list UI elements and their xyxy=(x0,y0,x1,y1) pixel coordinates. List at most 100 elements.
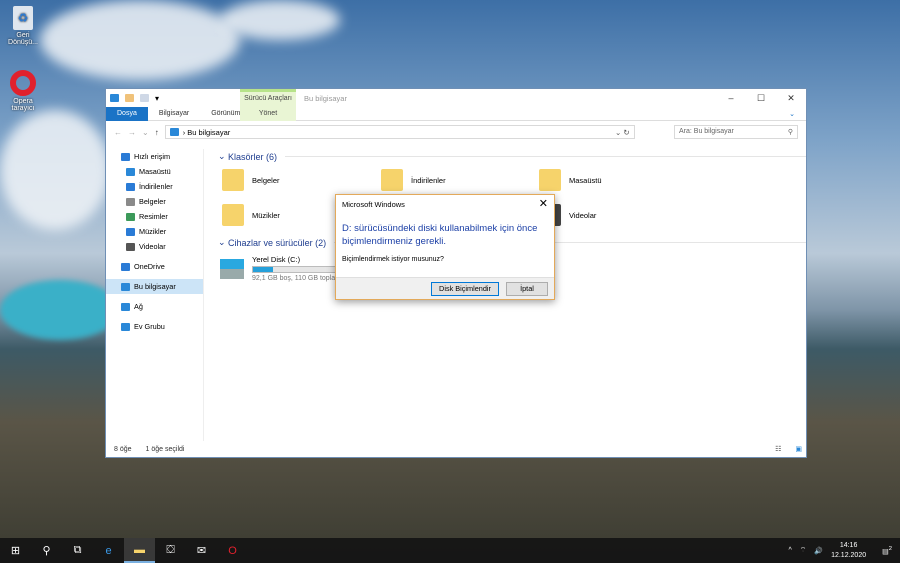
search-placeholder: Ara: Bu bilgisayar xyxy=(679,128,734,135)
folder-label: Müzikler xyxy=(252,210,280,220)
mail-icon[interactable]: ✉ xyxy=(186,538,217,563)
opera-icon[interactable]: O xyxy=(217,538,248,563)
download-icon xyxy=(126,182,135,191)
dialog-message: D: sürücüsündeki diski kullanabilmek içi… xyxy=(342,223,538,247)
videos-icon xyxy=(126,242,135,251)
recycle-bin-icon[interactable]: ♻ Geri Dönüşü... xyxy=(4,6,42,46)
search-button[interactable]: ⚲ xyxy=(31,538,62,563)
opera-desktop-icon[interactable]: Opera tarayıcı xyxy=(4,70,42,112)
format-disk-button[interactable]: Disk Biçimlendir xyxy=(431,282,499,296)
folder-documents[interactable]: Belgeler xyxy=(222,169,280,191)
nav-label: Ev Grubu xyxy=(134,322,165,331)
dialog-title-bar: Microsoft Windows ✕ xyxy=(336,195,554,213)
nav-music[interactable]: Müzikler xyxy=(106,224,203,239)
folders-group-header[interactable]: ⌄ Klasörler (6) xyxy=(206,151,806,162)
nav-homegroup[interactable]: Ev Grubu xyxy=(106,319,203,334)
ribbon-tabs: Dosya Bilgisayar Görünüm ⌄ xyxy=(106,106,806,121)
music-icon xyxy=(126,227,135,236)
refresh-icon[interactable]: ⌄ ↻ xyxy=(615,128,634,137)
minimize-button[interactable]: – xyxy=(716,89,746,107)
folder-icon xyxy=(222,169,244,191)
nav-label: OneDrive xyxy=(134,262,165,271)
group-label: Cihazlar ve sürücüler (2) xyxy=(228,237,327,248)
up-button[interactable]: ↑ xyxy=(155,128,159,137)
dialog-question: Biçimlendirmek istiyor musunuz? xyxy=(342,256,444,263)
nav-quick-access[interactable]: Hızlı erişim xyxy=(106,149,203,164)
folder-desktop[interactable]: Masaüstü xyxy=(539,169,602,191)
title-bar: ▾ Sürücü Araçları Yönet Bu bilgisayar – ☐ ✕ xyxy=(106,89,806,121)
folder-label: Videolar xyxy=(569,210,597,220)
large-icons-view-icon[interactable]: ▣ xyxy=(795,445,802,453)
nav-documents[interactable]: Belgeler xyxy=(106,194,203,209)
network-icon[interactable]: ⌔ xyxy=(800,546,807,555)
nav-desktop[interactable]: Masaüstü xyxy=(106,164,203,179)
search-input[interactable]: Ara: Bu bilgisayar ⚲ xyxy=(674,125,798,139)
dialog-title: Microsoft Windows xyxy=(342,200,405,209)
pictures-icon xyxy=(126,212,135,221)
time: 14:16 xyxy=(839,541,858,549)
nav-pictures[interactable]: Resimler xyxy=(106,209,203,224)
network-icon xyxy=(121,302,130,311)
forward-button[interactable]: → xyxy=(128,128,136,137)
homegroup-icon xyxy=(121,322,130,331)
cloud-icon xyxy=(121,262,130,271)
expand-ribbon-icon[interactable]: ⌄ xyxy=(778,110,806,118)
new-folder-icon[interactable] xyxy=(140,94,149,102)
recent-locations-icon[interactable]: ⌄ xyxy=(142,128,149,137)
computer-icon xyxy=(169,128,179,136)
cancel-button[interactable]: İptal xyxy=(506,282,548,296)
drive-icon xyxy=(220,259,244,279)
desktop-icon-label: Geri Dönüşü... xyxy=(8,32,38,46)
nav-this-pc[interactable]: Bu bilgisayar xyxy=(106,279,203,294)
nav-label: Masaüstü xyxy=(139,167,171,176)
start-button[interactable]: ⊞ xyxy=(0,538,31,563)
tab-manage[interactable]: Yönet xyxy=(240,110,296,117)
nav-label: İndirilenler xyxy=(139,182,173,191)
volume-icon[interactable]: 🔊 xyxy=(814,547,823,555)
store-icon[interactable]: ⛋ xyxy=(155,538,186,563)
close-button[interactable]: ✕ xyxy=(776,89,806,107)
nav-label: Belgeler xyxy=(139,197,166,206)
address-bar[interactable]: › Bu bilgisayar ⌄ ↻ xyxy=(164,125,635,139)
folder-icon xyxy=(222,204,244,226)
customize-toolbar-icon[interactable]: ▾ xyxy=(155,94,159,103)
folder-downloads[interactable]: İndirilenler xyxy=(381,169,446,191)
nav-label: Hızlı erişim xyxy=(134,152,171,161)
nav-downloads[interactable]: İndirilenler xyxy=(106,179,203,194)
details-view-icon[interactable]: ☷ xyxy=(775,445,781,453)
back-button[interactable]: ← xyxy=(114,128,122,137)
tab-computer[interactable]: Bilgisayar xyxy=(148,110,200,117)
dialog-close-button[interactable]: ✕ xyxy=(539,197,548,210)
item-count: 8 öğe xyxy=(114,445,132,453)
nav-onedrive[interactable]: OneDrive xyxy=(106,259,203,274)
address-text: Bu bilgisayar xyxy=(187,127,231,137)
tab-file[interactable]: Dosya xyxy=(106,106,148,121)
file-explorer-icon[interactable]: ▬ xyxy=(124,538,155,563)
maximize-button[interactable]: ☐ xyxy=(746,89,776,107)
selected-count: 1 öğe seçildi xyxy=(145,445,185,453)
nav-network[interactable]: Ağ xyxy=(106,299,203,314)
properties-icon[interactable] xyxy=(125,94,134,102)
folder-icon xyxy=(539,169,561,191)
nav-videos[interactable]: Videolar xyxy=(106,239,203,254)
action-center-icon[interactable]: ▤2 xyxy=(882,546,892,555)
folder-label: Belgeler xyxy=(252,175,280,185)
edge-icon[interactable]: e xyxy=(93,538,124,563)
navigation-pane: Hızlı erişim Masaüstü İndirilenler Belge… xyxy=(106,149,204,441)
nav-label: Ağ xyxy=(134,302,143,311)
desktop-icon xyxy=(126,167,135,176)
drive-tools-context-tab[interactable]: Sürücü Araçları Yönet xyxy=(240,89,296,121)
folder-music[interactable]: Müzikler xyxy=(222,204,280,226)
nav-label: Resimler xyxy=(139,212,168,221)
date: 12.12.2020 xyxy=(831,551,867,559)
star-icon xyxy=(121,152,130,161)
window-title: Bu bilgisayar xyxy=(304,94,347,103)
group-label: Klasörler (6) xyxy=(228,151,278,162)
lake xyxy=(0,280,120,340)
task-view-button[interactable]: ⧉ xyxy=(62,538,93,563)
nav-label: Müzikler xyxy=(139,227,167,236)
folder-label: İndirilenler xyxy=(411,175,446,185)
show-hidden-icons[interactable]: ^ xyxy=(788,547,791,554)
notification-count: 2 xyxy=(888,545,892,552)
clock[interactable]: 14:16 12.12.2020 xyxy=(831,541,866,561)
